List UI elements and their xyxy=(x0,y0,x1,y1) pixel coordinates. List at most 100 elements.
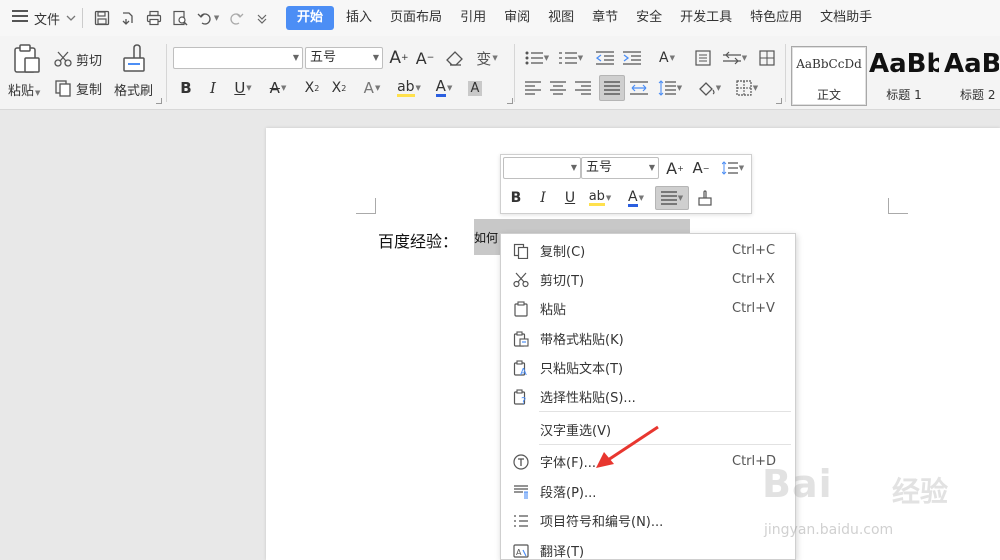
group-corner-icon[interactable] xyxy=(507,98,513,104)
sort-icon[interactable] xyxy=(692,47,714,69)
cut-icon xyxy=(502,272,540,288)
tab-8[interactable]: 开发工具 xyxy=(671,6,741,30)
redo-icon[interactable] xyxy=(225,7,247,29)
print-icon[interactable] xyxy=(143,7,165,29)
line-spacing-icon[interactable]: ▼ xyxy=(654,77,686,99)
decrease-font-size-icon[interactable]: A − xyxy=(415,47,435,69)
numbering-icon[interactable]: ▼ xyxy=(556,47,586,69)
style-label: 正文 xyxy=(816,88,841,102)
translate-icon: A xyxy=(502,543,540,559)
context-menu-item[interactable]: ? 选择性粘贴(S)... xyxy=(502,382,794,411)
context-menu-item[interactable]: 复制(C) Ctrl+C xyxy=(502,236,794,265)
tab-1[interactable]: 插入 xyxy=(337,6,381,30)
underline-icon[interactable]: U ▼ xyxy=(229,77,257,99)
table-icon[interactable] xyxy=(756,47,778,69)
font-size-value: 五号 xyxy=(310,50,337,65)
context-menu-item[interactable]: 段落(P)... xyxy=(502,477,794,506)
style-normal[interactable]: AaBbCcDd 正文 xyxy=(791,46,867,106)
cut-button[interactable]: 剪切 xyxy=(54,49,102,69)
paste-label: 粘贴 xyxy=(8,84,35,99)
font-size-select[interactable]: 五号 ▼ xyxy=(305,47,383,69)
paragraph-align-icon[interactable]: ▼ xyxy=(655,186,689,210)
font-color-icon[interactable]: A ▼ xyxy=(621,187,651,209)
paste-special-icon: ? xyxy=(502,388,540,405)
bold-icon[interactable]: B xyxy=(505,187,527,209)
bullets-icon[interactable]: ▼ xyxy=(522,47,552,69)
mini-font-size-select[interactable]: 五号 ▼ xyxy=(581,157,659,179)
tab-3[interactable]: 引用 xyxy=(451,6,495,30)
clear-format-icon[interactable] xyxy=(444,47,466,69)
tab-4[interactable]: 审阅 xyxy=(495,6,539,30)
divider xyxy=(166,44,167,102)
increase-indent-icon[interactable] xyxy=(621,47,643,69)
paste-button[interactable]: 粘贴▼ xyxy=(8,44,44,100)
divider xyxy=(514,44,515,102)
export-icon[interactable] xyxy=(117,7,139,29)
bold-icon[interactable]: B xyxy=(176,77,196,99)
context-menu-item[interactable]: 粘贴 Ctrl+V xyxy=(502,294,794,323)
strikethrough-icon[interactable]: A ▼ xyxy=(264,77,292,99)
margin-mark xyxy=(888,198,908,214)
print-preview-icon[interactable] xyxy=(169,7,191,29)
tab-9[interactable]: 特色应用 xyxy=(741,6,811,30)
decrease-indent-icon[interactable] xyxy=(594,47,616,69)
format-painter-button[interactable]: 格式刷 xyxy=(112,44,158,100)
align-center-icon[interactable] xyxy=(547,77,569,99)
align-right-icon[interactable] xyxy=(572,77,594,99)
context-menu-item[interactable]: 项目符号和编号(N)... xyxy=(502,506,794,535)
style-preview: AaBb xyxy=(869,49,939,79)
font-icon xyxy=(502,453,540,470)
justify-icon[interactable] xyxy=(599,75,625,101)
paste-format-icon xyxy=(502,330,540,347)
copy-button[interactable]: 复制 xyxy=(54,78,102,98)
undo-icon[interactable]: ▼ xyxy=(195,7,221,29)
watermark-logo-tail: 经验 xyxy=(892,475,949,508)
text-direction-icon[interactable]: A ▼ xyxy=(651,47,683,69)
distribute-icon[interactable] xyxy=(628,77,650,99)
style-heading-1[interactable]: AaBb 标题 1 xyxy=(868,46,940,106)
tab-6[interactable]: 章节 xyxy=(583,6,627,30)
context-menu-item[interactable]: 剪切(T) Ctrl+X xyxy=(502,265,794,294)
context-menu-item[interactable]: 带格式粘贴(K) xyxy=(502,324,794,353)
save-icon[interactable] xyxy=(91,7,113,29)
cut-icon xyxy=(54,51,72,67)
paste-icon xyxy=(502,300,540,317)
chevron-down-icon: ▼ xyxy=(35,89,41,97)
font-color-icon[interactable]: A ▼ xyxy=(430,77,458,99)
phonetic-guide-icon[interactable]: 变 ▼ xyxy=(474,47,500,69)
highlight-icon[interactable]: ab ▼ xyxy=(393,77,425,99)
text-effect-icon[interactable]: A ▼ xyxy=(358,77,386,99)
document-text[interactable]: 百度经验： xyxy=(378,228,458,252)
line-spacing-icon[interactable]: ▼ xyxy=(717,157,749,179)
increase-font-size-icon[interactable]: A + xyxy=(665,157,685,179)
character-shading-icon[interactable]: A xyxy=(465,77,485,99)
highlight-icon[interactable]: ab ▼ xyxy=(583,187,617,209)
italic-icon[interactable]: I xyxy=(532,187,554,209)
increase-font-size-icon[interactable]: A + xyxy=(389,47,409,69)
italic-icon[interactable]: I xyxy=(203,77,223,99)
mini-font-name-select[interactable]: ▼ xyxy=(503,157,581,179)
style-heading-2[interactable]: AaBb 标题 2 xyxy=(941,46,1000,106)
show-marks-icon[interactable]: ▼ xyxy=(720,47,750,69)
shading-icon[interactable]: ▼ xyxy=(693,77,725,99)
context-menu-item[interactable]: A 翻译(T) xyxy=(502,536,794,560)
tab-10[interactable]: 文档助手 xyxy=(811,6,881,30)
superscript-icon[interactable]: X2 xyxy=(301,77,323,99)
tab-0[interactable]: 开始 xyxy=(286,6,335,30)
font-name-select[interactable]: ▼ xyxy=(173,47,303,69)
tab-5[interactable]: 视图 xyxy=(539,6,583,30)
format-painter-icon[interactable] xyxy=(693,187,717,209)
context-menu-item[interactable]: A 只粘贴文本(T) xyxy=(502,353,794,382)
tab-7[interactable]: 安全 xyxy=(627,6,671,30)
customize-toolbar-icon[interactable] xyxy=(251,7,273,29)
underline-icon[interactable]: U xyxy=(559,187,581,209)
subscript-icon[interactable]: X2 xyxy=(328,77,350,99)
group-corner-icon[interactable] xyxy=(776,98,782,104)
align-left-icon[interactable] xyxy=(522,77,544,99)
watermark-logo: Bai xyxy=(762,462,833,506)
group-corner-icon[interactable] xyxy=(156,98,162,104)
decrease-font-size-icon[interactable]: A − xyxy=(691,157,711,179)
file-menu-button[interactable]: 文件 xyxy=(0,0,76,36)
tab-2[interactable]: 页面布局 xyxy=(381,6,451,30)
borders-icon[interactable]: ▼ xyxy=(731,77,763,99)
